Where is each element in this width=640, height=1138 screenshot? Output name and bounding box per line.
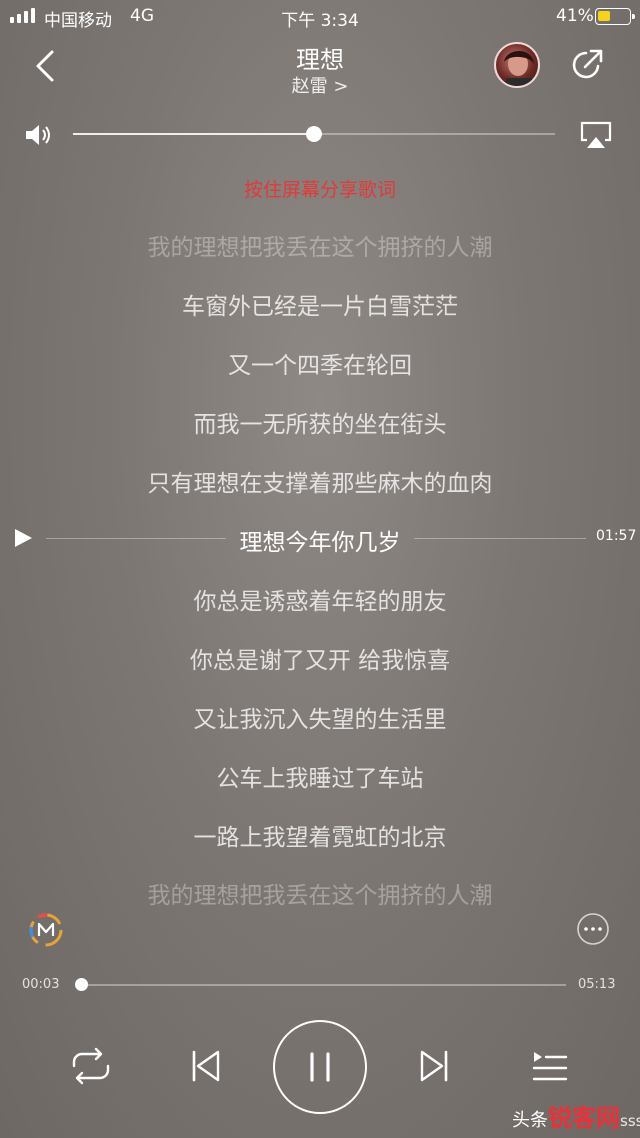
lyric-line-current[interactable]: 理想今年你几岁 (0, 523, 640, 557)
seek-time: 01:57 (596, 528, 637, 544)
more-dots-icon (577, 913, 609, 945)
seek-play-button[interactable] (12, 527, 34, 549)
previous-button[interactable] (188, 1046, 224, 1086)
lyric-line[interactable]: 又一个四季在轮回 (0, 346, 640, 380)
elapsed-time: 00:03 (22, 977, 60, 992)
airplay-button[interactable] (578, 120, 614, 150)
next-track-icon (420, 1050, 448, 1082)
lyric-line[interactable]: 而我一无所获的坐在街头 (0, 405, 640, 439)
volume-slider-fill (73, 133, 314, 135)
play-icon (15, 529, 32, 547)
more-button[interactable] (576, 912, 610, 946)
playlist-icon (532, 1052, 568, 1081)
lyric-line[interactable]: 我的理想把我丢在这个拥挤的人潮 (0, 876, 640, 910)
playback-progress-thumb[interactable] (75, 978, 88, 991)
watermark-user: sss (620, 1112, 640, 1130)
artist-avatar[interactable] (494, 42, 540, 88)
share-button[interactable] (568, 46, 606, 84)
watermark-brand: 锐客网 (548, 1104, 620, 1132)
total-duration: 05:13 (578, 977, 616, 992)
share-arrow-icon (572, 49, 603, 79)
volume-slider-thumb[interactable] (306, 126, 322, 142)
playlist-button[interactable] (528, 1046, 570, 1086)
seek-line-left (46, 538, 226, 539)
watermark: 头条锐客网sss (512, 1098, 640, 1133)
lyric-line[interactable]: 车窗外已经是一片白雪茫茫 (0, 287, 640, 321)
mv-button[interactable] (28, 912, 64, 948)
seek-line-right (414, 538, 586, 539)
repeat-button[interactable] (70, 1046, 112, 1086)
lyric-line[interactable]: 你总是谢了又开 给我惊喜 (0, 641, 640, 675)
lyric-line[interactable]: 只有理想在支撑着那些麻木的血肉 (0, 464, 640, 498)
next-button[interactable] (416, 1046, 452, 1086)
song-title: 理想 (296, 46, 344, 74)
previous-track-icon (192, 1050, 220, 1082)
airplay-icon (580, 121, 612, 148)
mv-logo-icon (29, 913, 63, 947)
share-lyrics-hint: 按住屏幕分享歌词 (243, 179, 396, 201)
status-time: 下午 3:34 (281, 11, 359, 31)
pause-icon (310, 1052, 330, 1082)
battery-percent: 41% (556, 6, 594, 26)
speaker-icon (24, 122, 54, 148)
pause-button[interactable] (273, 1020, 367, 1114)
playback-progress-bar[interactable] (76, 984, 566, 986)
lyric-line[interactable]: 又让我沉入失望的生活里 (0, 700, 640, 734)
repeat-icon (72, 1047, 110, 1085)
lyric-line[interactable]: 你总是诱惑着年轻的朋友 (0, 582, 640, 616)
watermark-prefix: 头条 (512, 1110, 548, 1131)
lyric-line[interactable]: 一路上我望着霓虹的北京 (0, 818, 640, 852)
lyric-line[interactable]: 我的理想把我丢在这个拥挤的人潮 (0, 228, 640, 262)
artist-link[interactable]: 赵雷 > (0, 72, 640, 98)
battery-icon (595, 8, 635, 25)
lyric-line[interactable]: 公车上我睡过了车站 (0, 759, 640, 793)
status-bar: 中国移动 4G 下午 3:34 41% (0, 0, 640, 34)
